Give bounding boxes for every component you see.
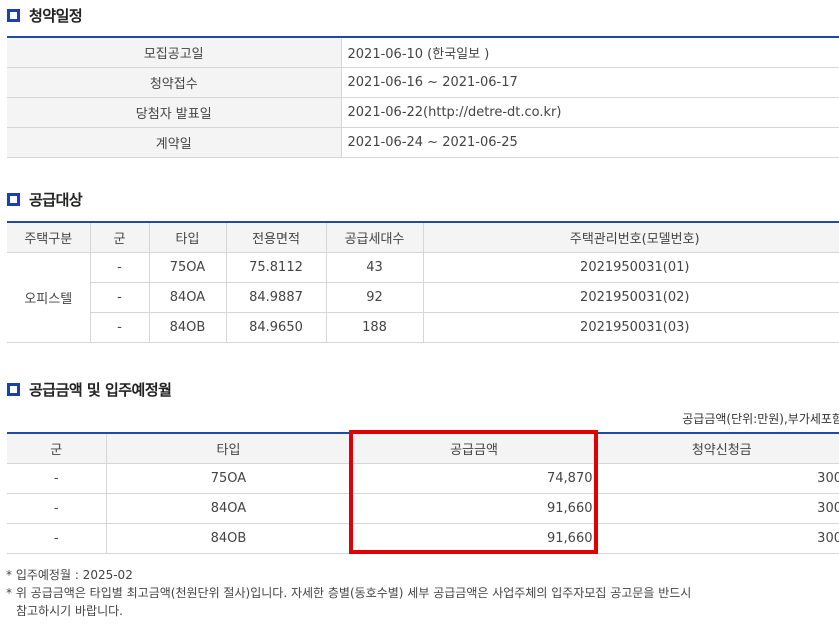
supply-target-table: 주택구분 군 타입 전용면적 공급세대수 주택관리번호(모델번호) 오피스텔 -… xyxy=(7,221,839,343)
schedule-title: 청약일정 xyxy=(29,6,83,25)
area-cell: 84.9650 xyxy=(225,311,327,343)
units-cell: 188 xyxy=(325,311,424,343)
supply-target-title: 공급대상 xyxy=(29,190,83,209)
row-value: 2021-06-16 ~ 2021-06-17 xyxy=(340,66,839,98)
row-label: 계약일 xyxy=(7,126,342,158)
type-cell: 84OB xyxy=(148,311,227,343)
deposit-cell: 300 xyxy=(596,522,839,554)
header-price: 공급금액 xyxy=(350,432,598,464)
row-value[interactable]: 2021-06-22(http://detre-dt.co.kr) xyxy=(340,96,839,128)
type-cell: 84OA xyxy=(105,492,352,524)
table-header-row: 군 타입 공급금액 청약신청금 xyxy=(7,432,839,464)
group-cell: - xyxy=(90,281,150,313)
table-row: - 84OA 91,660 300 xyxy=(7,492,839,524)
schedule-table: 모집공고일 2021-06-10 (한국일보 ) 청약접수 2021-06-16… xyxy=(7,36,839,158)
supply-target-section-title: 공급대상 xyxy=(7,188,83,210)
table-row: 계약일 2021-06-24 ~ 2021-06-25 xyxy=(7,126,839,158)
price-table: 군 타입 공급금액 청약신청금 - 75OA 74,870 300 - 84OA… xyxy=(7,432,839,554)
mgmt-no-cell: 2021950031(01) xyxy=(422,251,839,283)
square-bullet-icon xyxy=(7,382,20,396)
header-units: 공급세대수 xyxy=(325,221,424,253)
price-title: 공급금액 및 입주예정월 xyxy=(29,380,172,399)
table-row: 모집공고일 2021-06-10 (한국일보 ) xyxy=(7,36,839,68)
type-cell: 75OA xyxy=(148,251,227,283)
group-cell: - xyxy=(90,311,150,343)
row-label: 당첨자 발표일 xyxy=(7,96,342,128)
house-type-cell: 오피스텔 xyxy=(7,251,91,343)
price-note-line-2: 참고하시기 바랍니다. xyxy=(16,604,123,618)
header-type: 타입 xyxy=(105,432,352,464)
table-row: - 84OB 84.9650 188 2021950031(03) xyxy=(7,311,839,343)
mgmt-no-cell: 2021950031(02) xyxy=(422,281,839,313)
area-cell: 75.8112 xyxy=(225,251,327,283)
header-type: 타입 xyxy=(148,221,227,253)
price-note-line-1: * 위 공급금액은 타입별 최고금액(천원단위 절사)입니다. 자세한 층별(동… xyxy=(6,586,692,600)
header-house-type: 주택구분 xyxy=(7,221,91,253)
type-cell: 84OB xyxy=(105,522,352,554)
deposit-cell: 300 xyxy=(596,462,839,494)
group-cell: - xyxy=(89,251,150,283)
move-in-note: * 입주예정월 : 2025-02 xyxy=(6,568,133,582)
header-group: 군 xyxy=(89,221,150,253)
mgmt-no-cell: 2021950031(03) xyxy=(422,311,839,343)
schedule-section-title: 청약일정 xyxy=(7,4,83,26)
group-cell: - xyxy=(7,462,107,494)
square-bullet-icon xyxy=(7,8,20,22)
table-row: - 75OA 74,870 300 xyxy=(7,462,839,494)
table-row: - 84OA 84.9887 92 2021950031(02) xyxy=(7,281,839,313)
table-row: 오피스텔 - 75OA 75.8112 43 2021950031(01) xyxy=(7,251,839,343)
row-label: 청약접수 xyxy=(7,66,342,98)
price-cell: 74,870 xyxy=(350,462,598,494)
table-row: - 84OB 91,660 300 xyxy=(7,522,839,554)
table-row: 청약접수 2021-06-16 ~ 2021-06-17 xyxy=(7,66,839,98)
price-section-title: 공급금액 및 입주예정월 xyxy=(7,378,172,400)
row-value: 2021-06-24 ~ 2021-06-25 xyxy=(340,126,839,158)
header-area: 전용면적 xyxy=(225,221,327,253)
group-cell: - xyxy=(7,492,107,524)
header-group: 군 xyxy=(7,432,107,464)
header-deposit: 청약신청금 xyxy=(596,432,839,464)
table-header-row: 주택구분 군 타입 전용면적 공급세대수 주택관리번호(모델번호) xyxy=(7,221,839,253)
header-mgmt-no: 주택관리번호(모델번호) xyxy=(422,221,839,253)
notes: * 입주예정월 : 2025-02 * 위 공급금액은 타입별 최고금액(천원단… xyxy=(6,566,691,620)
type-cell: 84OA xyxy=(148,281,227,313)
square-bullet-icon xyxy=(7,192,20,206)
price-cell: 91,660 xyxy=(350,522,598,554)
group-cell: - xyxy=(7,522,107,554)
deposit-cell: 300 xyxy=(596,492,839,524)
units-cell: 92 xyxy=(325,281,424,313)
price-unit-note: 공급금액(단위:만원),부가세포함 xyxy=(682,412,839,426)
units-cell: 43 xyxy=(325,251,424,283)
table-row: 당첨자 발표일 2021-06-22(http://detre-dt.co.kr… xyxy=(7,96,839,128)
price-cell: 91,660 xyxy=(350,492,598,524)
row-label: 모집공고일 xyxy=(7,36,342,68)
row-value: 2021-06-10 (한국일보 ) xyxy=(340,36,839,68)
area-cell: 84.9887 xyxy=(225,281,327,313)
type-cell: 75OA xyxy=(105,462,352,494)
